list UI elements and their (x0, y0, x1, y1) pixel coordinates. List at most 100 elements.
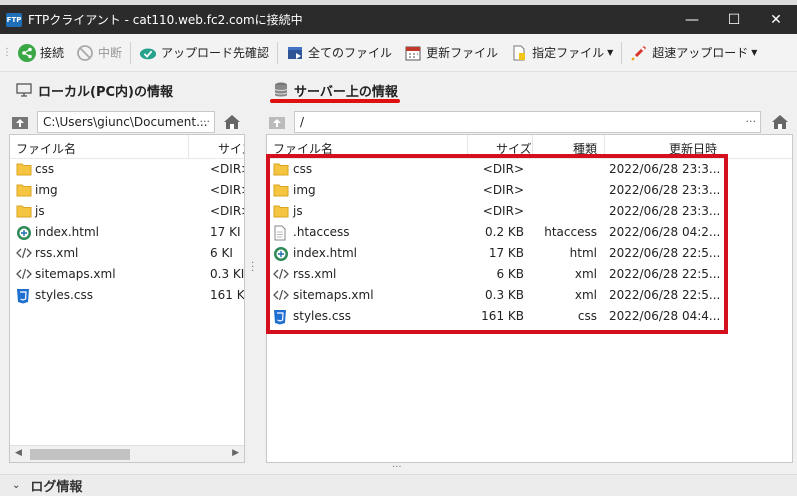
local-file-name: sitemaps.xml (35, 267, 116, 281)
server-panel-title: サーバー上の情報 (294, 84, 398, 100)
all-files-button[interactable]: 全てのファイル (280, 38, 398, 68)
prohibit-icon (76, 44, 94, 62)
log-title: ログ情報 (30, 480, 83, 495)
xml-file-icon (16, 246, 32, 260)
updated-files-label: 更新ファイル (426, 46, 499, 60)
home-icon (772, 115, 788, 129)
local-file-row[interactable]: rss.xml 6 KI (10, 243, 244, 264)
log-panel-header[interactable]: ⌄ ログ情報 (0, 474, 797, 496)
local-file-size: <DIR> (210, 162, 244, 176)
server-home-button[interactable] (769, 111, 791, 133)
fast-upload-button[interactable]: 超速アップロード ▼ (624, 38, 763, 68)
maximize-button[interactable]: ☐ (713, 5, 755, 34)
fast-upload-label: 超速アップロード (652, 46, 749, 60)
folder-icon (16, 204, 32, 218)
toolbar-separator (277, 41, 279, 64)
local-file-row[interactable]: sitemaps.xml 0.3 KI (10, 264, 244, 285)
local-panel-header: ローカル(PC内)の情報 (0, 72, 248, 108)
close-icon: ✕ (770, 11, 782, 28)
calendar-icon (404, 44, 422, 62)
folder-up-icon (12, 117, 28, 129)
title-bar: FTP FTPクライアント - cat110.web.fc2.comに接続中 —… (0, 5, 797, 34)
maximize-icon: ☐ (727, 11, 741, 28)
local-col-size[interactable]: サイズ (218, 140, 244, 157)
local-panel-title: ローカル(PC内)の情報 (38, 84, 173, 100)
local-up-button[interactable] (9, 111, 31, 133)
local-file-name: js (35, 204, 45, 218)
local-file-row[interactable]: js <DIR> (10, 201, 244, 222)
app-icon: FTP (6, 12, 22, 27)
toolbar-separator (130, 41, 132, 64)
updated-files-button[interactable]: 更新ファイル (398, 38, 504, 68)
app-icon-text: FTP (6, 15, 22, 24)
all-files-label: 全てのファイル (308, 46, 393, 60)
local-file-name: css (35, 162, 55, 176)
local-file-name: index.html (35, 225, 99, 239)
window-title: FTPクライアント - cat110.web.fc2.comに接続中 (28, 13, 303, 27)
local-path-field[interactable]: C:\Users\giunc\Document... ··· (37, 111, 215, 133)
toolbar: ⋮ 接続 中断 アップロード先確認 全てのファイル 更新ファイル 指定ファイル … (0, 34, 797, 72)
chevron-down-icon: ▼ (607, 48, 614, 57)
minimize-button[interactable]: — (671, 5, 713, 34)
local-file-name: styles.css (35, 288, 93, 302)
vertical-splitter[interactable]: · · · (251, 259, 254, 277)
local-file-size: 17 KI (210, 225, 241, 239)
local-path-browse[interactable]: ··· (200, 115, 211, 128)
scroll-left-icon[interactable]: ◀ (15, 448, 22, 458)
local-column-header: ファイル名 サイズ (10, 135, 244, 159)
local-file-row[interactable]: css <DIR> (10, 159, 244, 180)
rocket-icon (630, 44, 648, 62)
close-button[interactable]: ✕ (755, 5, 797, 34)
local-file-name: img (35, 183, 58, 197)
folder-icon (16, 162, 32, 176)
selected-files-button[interactable]: 指定ファイル ▼ (504, 38, 619, 68)
minimize-icon: — (685, 11, 699, 28)
local-file-size: 161 KI (210, 288, 245, 302)
stop-label: 中断 (98, 46, 123, 60)
local-hscrollbar[interactable]: ◀ ▶ (10, 445, 244, 462)
home-icon (224, 115, 240, 129)
check-cloud-icon (139, 44, 157, 62)
server-path-browse[interactable]: ··· (746, 115, 757, 128)
scroll-right-icon[interactable]: ▶ (232, 448, 239, 458)
upload-dest-button[interactable]: アップロード先確認 (133, 38, 275, 68)
connect-label: 接続 (40, 46, 65, 60)
upload-dest-label: アップロード先確認 (161, 46, 270, 60)
xml-file-icon (16, 267, 32, 281)
all-files-icon (286, 44, 304, 62)
highlight-box (266, 154, 728, 334)
local-path-text: C:\Users\giunc\Document... (43, 115, 208, 129)
scroll-thumb[interactable] (30, 449, 130, 460)
html-file-icon (16, 225, 32, 240)
horizontal-splitter[interactable]: ··· (392, 462, 402, 473)
chevron-down-icon: ⌄ (12, 480, 21, 491)
highlight-underline (270, 99, 400, 103)
toolbar-separator (621, 41, 623, 64)
local-file-size: 0.3 KI (210, 267, 245, 281)
server-path-text: / (300, 115, 305, 129)
chevron-down-icon: ▼ (751, 48, 758, 57)
toolbar-grip[interactable]: ⋮ (2, 47, 12, 58)
local-file-row[interactable]: img <DIR> (10, 180, 244, 201)
local-file-row[interactable]: styles.css 161 KI (10, 285, 244, 306)
stop-button[interactable]: 中断 (70, 38, 128, 68)
local-home-button[interactable] (221, 111, 243, 133)
database-icon (274, 82, 288, 98)
folder-icon (16, 183, 32, 197)
folder-up-icon (269, 117, 285, 129)
selected-files-label: 指定ファイル (532, 46, 605, 60)
local-file-row[interactable]: index.html 17 KI (10, 222, 244, 243)
local-file-list[interactable]: ファイル名 サイズ css <DIR> img <DIR> js <DIR> index.h… (9, 134, 245, 463)
connect-button[interactable]: 接続 (12, 38, 70, 68)
server-up-button[interactable] (266, 111, 288, 133)
local-file-name: rss.xml (35, 246, 79, 260)
local-file-size: <DIR> (210, 204, 244, 218)
local-file-size: <DIR> (210, 183, 244, 197)
local-file-size: 6 KI (210, 246, 233, 260)
css-file-icon (16, 288, 32, 304)
monitor-icon (16, 83, 32, 97)
document-icon (510, 44, 528, 62)
server-path-field[interactable]: / ··· (294, 111, 761, 133)
local-col-name[interactable]: ファイル名 (16, 140, 76, 157)
local-panel: ローカル(PC内)の情報 C:\Users\giunc\Document... … (0, 72, 248, 464)
